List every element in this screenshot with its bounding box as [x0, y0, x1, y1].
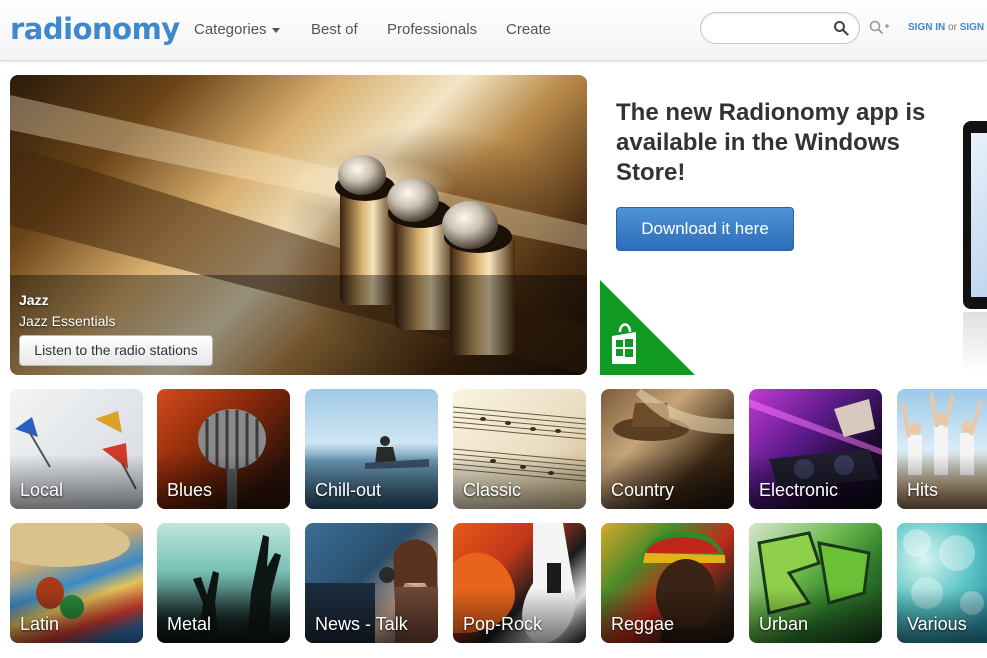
chevron-down-icon	[271, 27, 280, 33]
radionomy-logo[interactable]: radionomy	[10, 12, 180, 46]
listen-button[interactable]: Listen to the radio stations	[19, 335, 213, 366]
sign-in-link[interactable]: SIGN IN	[908, 22, 945, 33]
genre-tile-chill-out[interactable]: Chill-out	[305, 389, 438, 509]
genre-label: Latin	[20, 614, 60, 634]
genre-label: Electronic	[759, 480, 839, 500]
sign-up-link[interactable]: SIGN	[960, 22, 984, 33]
genre-label: Blues	[167, 480, 213, 500]
genre-tile-news-talk[interactable]: News - Talk	[305, 523, 438, 643]
nav-categories-label: Categories	[194, 21, 267, 38]
genre-tile-hits[interactable]: Hits	[897, 389, 987, 509]
search-box	[700, 12, 860, 44]
genre-tile-latin[interactable]: Latin	[10, 523, 143, 643]
genre-label: Reggae	[611, 614, 675, 634]
genre-label: Metal	[167, 614, 212, 634]
nav-best-of[interactable]: Best of	[311, 20, 358, 40]
tablet-reflection	[963, 312, 987, 372]
download-button[interactable]: Download it here	[616, 207, 794, 251]
hero-genre-title[interactable]: Jazz	[19, 292, 49, 308]
genre-tile-country[interactable]: Country	[601, 389, 734, 509]
nav-professionals[interactable]: Professionals	[387, 20, 477, 40]
tablet-screen	[971, 133, 987, 297]
or-text: or	[948, 22, 957, 33]
hero-subtitle[interactable]: Jazz Essentials	[19, 313, 115, 329]
genre-tile-electronic[interactable]: Electronic	[749, 389, 882, 509]
hero-banner[interactable]: Jazz Jazz Essentials Listen to the radio…	[10, 75, 587, 375]
genre-tile-classic[interactable]: Classic	[453, 389, 586, 509]
genre-tile-local[interactable]: Local	[10, 389, 143, 509]
genre-label: Hits	[907, 480, 938, 500]
promo-title: The new Radionomy app is available in th…	[616, 99, 926, 186]
genre-label: Chill-out	[315, 480, 382, 500]
genre-label: Classic	[463, 480, 522, 500]
tablet-image	[963, 121, 987, 309]
genre-tile-pop-rock[interactable]: Pop-Rock	[453, 523, 586, 643]
genre-label: Urban	[759, 614, 809, 634]
signin-links: SIGN IN or SIGN	[908, 22, 984, 34]
genre-label: News - Talk	[315, 614, 408, 634]
genre-tile-urban[interactable]: Urban	[749, 523, 882, 643]
windows-store-badge[interactable]	[600, 280, 695, 375]
genre-label: Various	[907, 614, 967, 634]
search-icon[interactable]	[833, 20, 849, 36]
genre-tile-reggae[interactable]: Reggae	[601, 523, 734, 643]
genre-label: Country	[611, 480, 675, 500]
nav-create[interactable]: Create	[506, 20, 551, 40]
nav-categories[interactable]: Categories	[194, 20, 280, 40]
genre-label: Local	[20, 480, 64, 500]
advanced-search-icon[interactable]	[868, 19, 890, 37]
genre-tile-blues[interactable]: Blues	[157, 389, 290, 509]
genre-label: Pop-Rock	[463, 614, 543, 634]
genre-tile-metal[interactable]: Metal	[157, 523, 290, 643]
top-header: radionomy Categories Best of Professiona…	[0, 0, 987, 61]
genre-tile-various[interactable]: Various	[897, 523, 987, 643]
search-input[interactable]	[713, 18, 827, 40]
